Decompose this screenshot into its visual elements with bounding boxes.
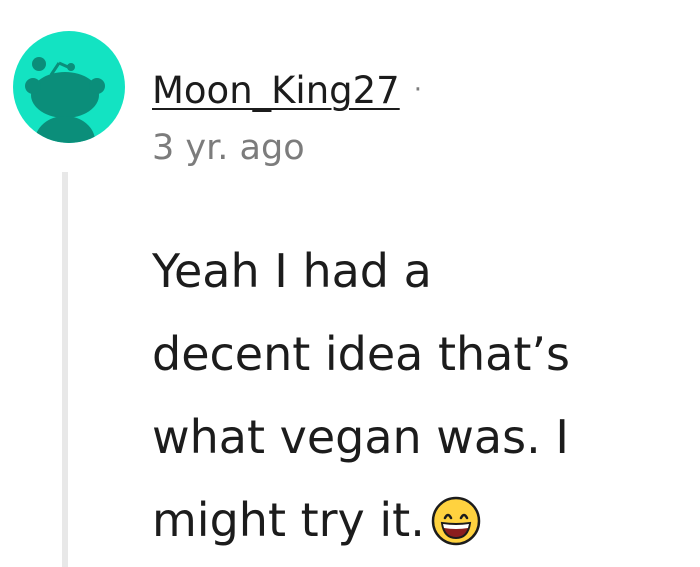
- grinning-face-icon: [431, 496, 481, 546]
- reddit-snoo-icon: [25, 57, 105, 143]
- comment-line-last: might try it.: [152, 479, 682, 562]
- comment-meta: Moon_King27 ·: [152, 66, 422, 114]
- meta-separator: ·: [413, 75, 422, 105]
- timestamp: 3 yr. ago: [152, 128, 305, 168]
- username-link[interactable]: Moon_King27: [152, 69, 400, 112]
- comment-body: Yeah I had a decent idea that’s what veg…: [152, 230, 682, 562]
- comment-line: decent idea that’s: [152, 327, 570, 381]
- thread-line[interactable]: [62, 172, 68, 567]
- avatar[interactable]: [13, 31, 125, 143]
- comment-line: what vegan was. I: [152, 410, 569, 464]
- comment-line: Yeah I had a: [152, 244, 432, 298]
- comment-line-text: might try it.: [152, 493, 425, 547]
